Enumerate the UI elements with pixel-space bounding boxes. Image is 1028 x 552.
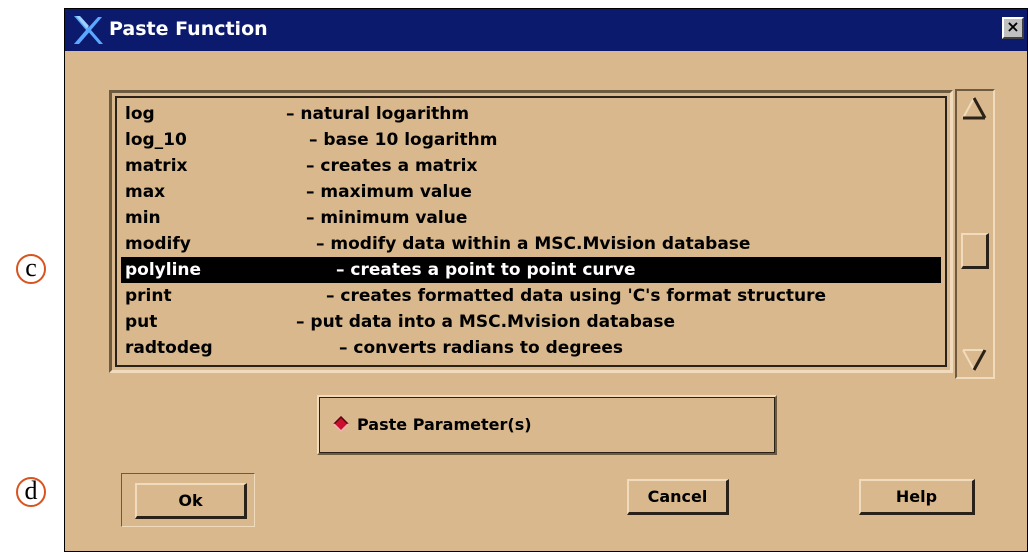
list-item[interactable]: log – natural logarithm xyxy=(121,101,941,127)
function-name: log xyxy=(125,104,155,124)
function-name: put xyxy=(125,312,158,332)
function-description: – natural logarithm xyxy=(286,104,470,124)
scroll-up-arrow-icon[interactable] xyxy=(961,95,987,121)
function-name: modify xyxy=(125,234,191,254)
function-description: – converts radians to degrees xyxy=(339,338,624,358)
list-item[interactable]: matrix – creates a matrix xyxy=(121,153,941,179)
function-description: – base 10 logarithm xyxy=(309,130,498,150)
x-logo-icon xyxy=(74,16,103,44)
list-item[interactable]: max – maximum value xyxy=(121,179,941,205)
paste-parameters-label: Paste Parameter(s) xyxy=(357,415,532,434)
diamond-toggle-icon[interactable] xyxy=(333,416,349,432)
function-description: – minimum value xyxy=(306,208,468,228)
close-button[interactable]: × xyxy=(1002,17,1024,39)
list-item[interactable]: min – minimum value xyxy=(121,205,941,231)
list-item-selected[interactable]: polyline – creates a point to point curve xyxy=(121,257,941,283)
scroll-down-arrow-icon[interactable] xyxy=(961,347,987,373)
list-scrollbar[interactable] xyxy=(955,89,995,379)
function-description: – maximum value xyxy=(306,182,472,202)
list-item[interactable]: modify – modify data within a MSC.Mvision… xyxy=(121,231,941,257)
function-description: – put data into a MSC.Mvision database xyxy=(296,312,676,332)
function-name: print xyxy=(125,286,172,306)
list-item[interactable]: radtodeg – converts radians to degrees xyxy=(121,335,941,361)
function-name: radtodeg xyxy=(125,338,213,358)
ok-button[interactable]: Ok xyxy=(135,483,247,519)
function-name: max xyxy=(125,182,166,202)
annotation-c: c xyxy=(16,254,46,284)
list-item[interactable]: print – creates formatted data using 'C's… xyxy=(121,283,941,309)
title-bar[interactable]: Paste Function × xyxy=(65,9,1027,51)
function-name: polyline xyxy=(125,260,202,280)
scroll-thumb[interactable] xyxy=(961,233,989,269)
function-description: – creates a point to point curve xyxy=(336,260,636,280)
function-description: – modify data within a MSC.Mvision datab… xyxy=(316,234,751,254)
window-title: Paste Function xyxy=(109,18,268,40)
paste-function-dialog: Paste Function × log – natural logarithm l… xyxy=(64,8,1028,552)
function-list-frame: log – natural logarithm log_10 – base 10 lo… xyxy=(115,96,947,367)
list-item[interactable]: put – put data into a MSC.Mvision databas… xyxy=(121,309,941,335)
function-description: – creates formatted data using 'C's form… xyxy=(326,286,827,306)
list-item[interactable]: log_10 – base 10 logarithm xyxy=(121,127,941,153)
cancel-button[interactable]: Cancel xyxy=(627,479,729,515)
function-list[interactable]: log – natural logarithm log_10 – base 10 lo… xyxy=(109,90,953,373)
function-name: min xyxy=(125,208,161,228)
help-button[interactable]: Help xyxy=(859,479,975,515)
function-name: matrix xyxy=(125,156,188,176)
function-name: log_10 xyxy=(125,130,187,150)
close-icon: × xyxy=(1006,17,1020,36)
paste-parameters-frame: Paste Parameter(s) xyxy=(317,395,777,455)
function-description: – creates a matrix xyxy=(306,156,478,176)
annotation-d: d xyxy=(16,477,46,507)
